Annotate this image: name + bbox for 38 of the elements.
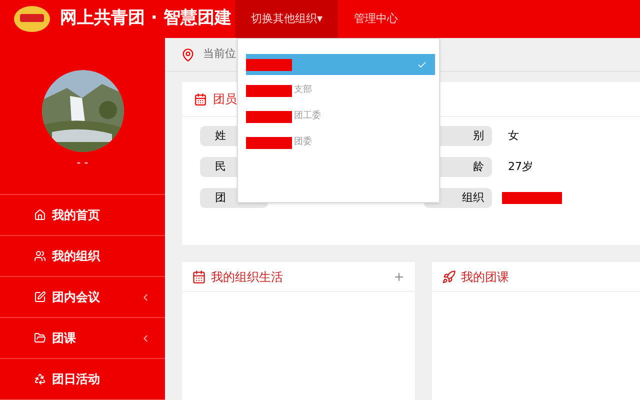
breadcrumb-text: 当前位 <box>203 46 236 62</box>
rocket-icon <box>442 270 456 284</box>
sidebar-label: 团课 <box>52 330 77 347</box>
card-icon <box>194 92 207 106</box>
field-value: 女 <box>508 128 519 144</box>
sidebar-item[interactable]: 团内会议 <box>0 277 165 318</box>
calendar-icon <box>192 270 206 284</box>
recycle-icon <box>34 373 46 385</box>
add-icon[interactable] <box>393 270 405 282</box>
emblem-logo-icon <box>12 4 52 34</box>
check-icon <box>417 60 427 70</box>
dropdown-item[interactable]: 团工委 <box>246 106 435 127</box>
location-pin-icon <box>181 48 195 62</box>
sidebar-label: 团内会议 <box>52 289 101 306</box>
dropdown-label: 支部 <box>294 84 312 97</box>
sidebar-label: 团日活动 <box>52 371 101 388</box>
sidebar-item[interactable]: 我的组织 <box>0 236 165 277</box>
sidebar-label: 我的首页 <box>52 207 101 224</box>
field-value: 27岁 <box>508 158 533 175</box>
panel-title: 我的组织生活 <box>211 268 284 286</box>
nav-link[interactable]: 切换其他组织▾ <box>235 0 338 38</box>
dropdown-label: 团工委 <box>294 110 321 123</box>
dropdown-label: 团委 <box>294 136 312 149</box>
sidebar-item[interactable]: 团日活动 <box>0 359 165 400</box>
sidebar-item[interactable]: 我的首页 <box>0 195 165 236</box>
dropdown-item[interactable]: 支部 <box>246 80 435 101</box>
folder-icon <box>34 332 46 344</box>
user-name: - - <box>76 155 90 172</box>
users-icon <box>34 250 46 262</box>
nav-link[interactable]: 管理中心 <box>338 0 414 38</box>
edit-icon <box>34 291 46 303</box>
home-icon <box>34 209 46 221</box>
sidebar-item[interactable]: 团课 <box>0 318 165 359</box>
site-title: 网上共青团 · 智慧团建 <box>60 7 232 30</box>
panel-title: 我的团课 <box>461 268 510 286</box>
dropdown-item[interactable] <box>246 54 435 75</box>
card-title: 团员 <box>213 91 237 108</box>
sidebar-label: 我的组织 <box>52 248 102 265</box>
